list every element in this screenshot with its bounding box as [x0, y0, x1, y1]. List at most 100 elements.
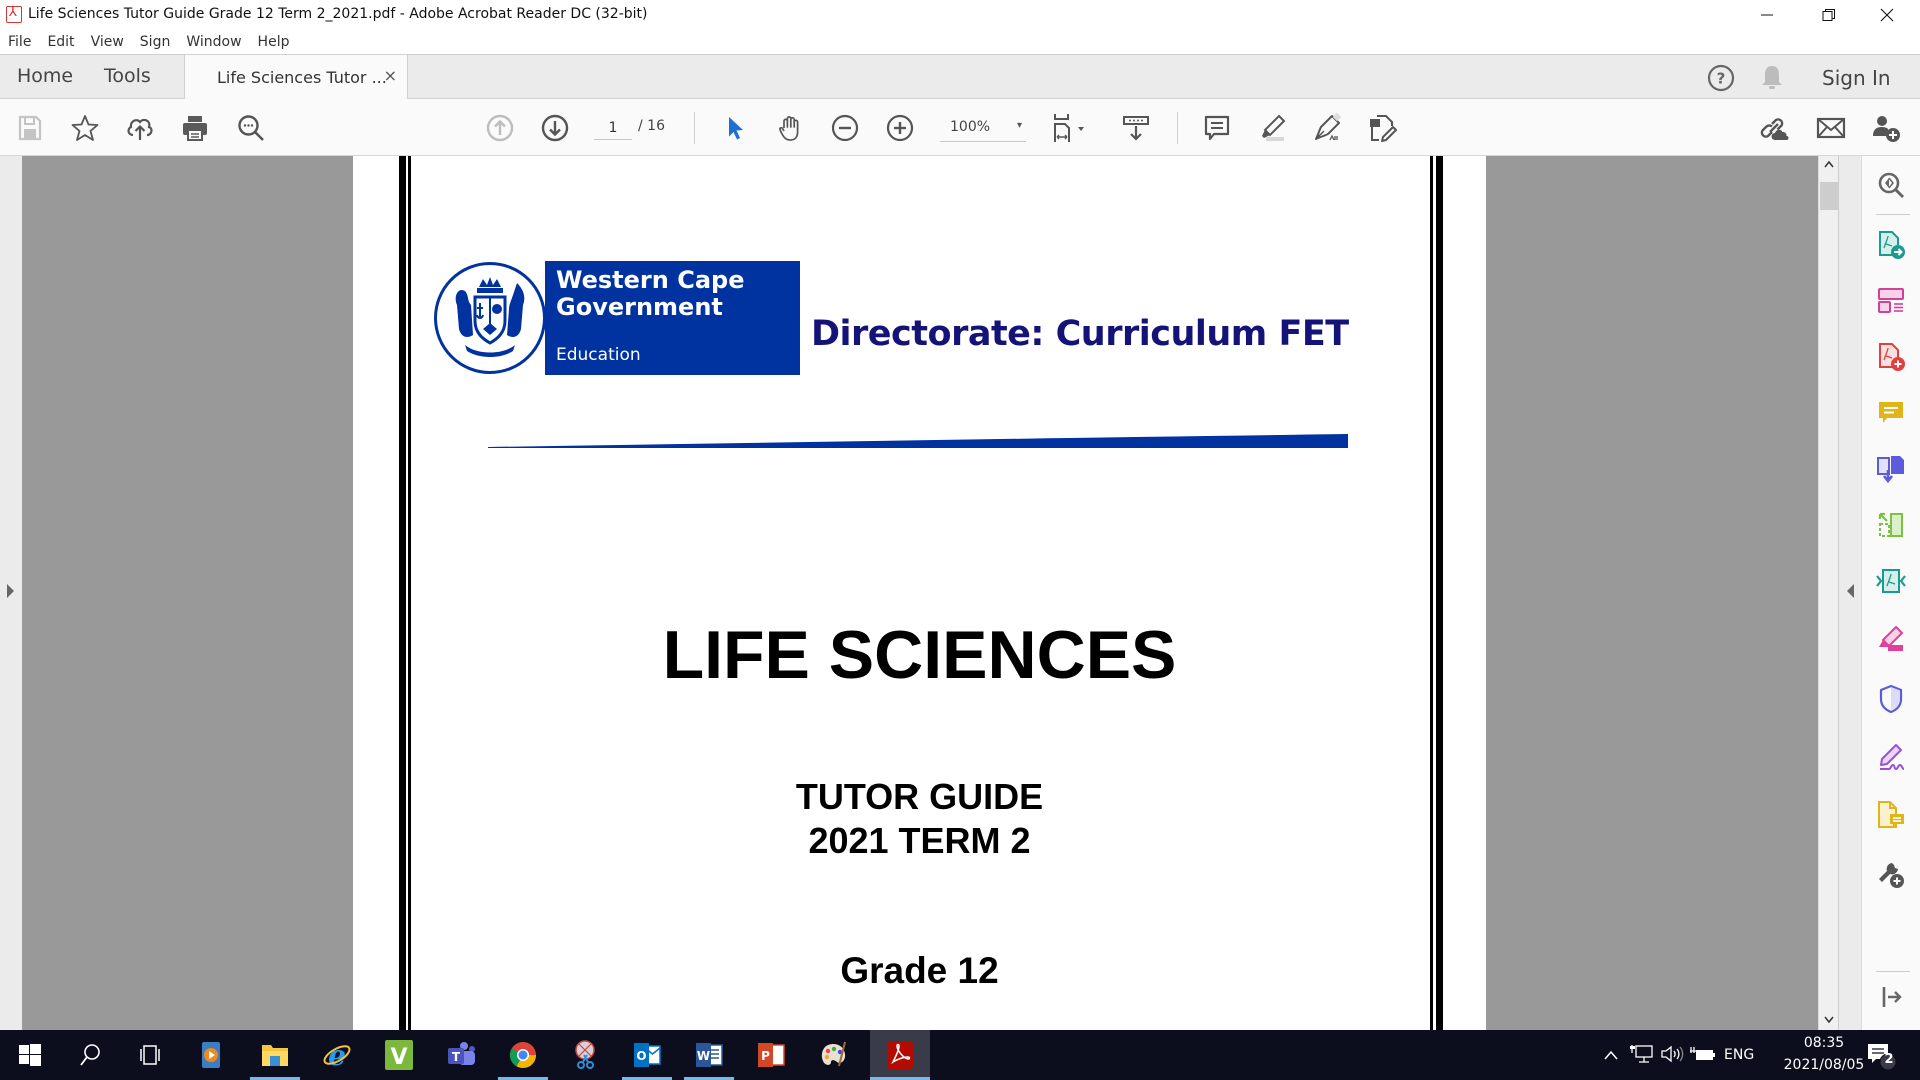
- upload-cloud-icon: [127, 118, 153, 140]
- media-player-app[interactable]: [186, 1030, 236, 1080]
- tab-document[interactable]: Life Sciences Tutor ... ×: [184, 54, 408, 99]
- chrome-app[interactable]: [498, 1030, 548, 1080]
- network-icon[interactable]: [1630, 1043, 1654, 1069]
- close-window-button[interactable]: [1858, 0, 1916, 29]
- combine-files-icon[interactable]: [1876, 454, 1906, 484]
- zoom-out-button[interactable]: [829, 112, 861, 144]
- teams-app[interactable]: T: [436, 1030, 486, 1080]
- comment-icon[interactable]: [1876, 398, 1906, 428]
- page-border-right-thick: [1436, 156, 1443, 1030]
- upload-button[interactable]: [124, 112, 156, 144]
- word-icon: W: [696, 1043, 723, 1067]
- svg-text:e: e: [328, 1040, 346, 1070]
- menu-view[interactable]: View: [91, 34, 124, 50]
- page-fit-button[interactable]: [1050, 112, 1094, 144]
- word-app[interactable]: W: [684, 1030, 734, 1080]
- paint-app[interactable]: [808, 1030, 858, 1080]
- directorate-heading: Directorate: Curriculum FET: [811, 314, 1349, 354]
- document-subtitle-term: 2021 TERM 2: [808, 820, 1031, 861]
- print-icon: [183, 116, 207, 141]
- tab-document-label: Life Sciences Tutor ...: [217, 68, 387, 87]
- snipping-tool-app[interactable]: [560, 1030, 610, 1080]
- search-button[interactable]: [65, 1030, 115, 1080]
- save-button[interactable]: [14, 112, 46, 144]
- compress-pdf-icon[interactable]: [1876, 566, 1906, 596]
- edit-pdf-button[interactable]: [1366, 112, 1398, 144]
- arrow-down-circle-icon: [541, 114, 569, 142]
- bell-icon[interactable]: [1760, 64, 1784, 96]
- more-tools-icon[interactable]: [1876, 860, 1906, 890]
- tab-home[interactable]: Home: [17, 65, 73, 87]
- help-icon[interactable]: ?: [1707, 64, 1735, 96]
- menu-sign[interactable]: Sign: [140, 34, 171, 50]
- select-tool-button[interactable]: [719, 112, 751, 144]
- zoom-in-button[interactable]: [884, 112, 916, 144]
- menu-edit[interactable]: Edit: [47, 34, 74, 50]
- previous-page-button[interactable]: [484, 112, 516, 144]
- send-for-comments-icon[interactable]: [1876, 800, 1906, 830]
- document-title: LIFE SCIENCES: [662, 617, 1177, 693]
- task-view-button[interactable]: [125, 1030, 175, 1080]
- organize-pages-icon[interactable]: [1876, 286, 1906, 316]
- v-app[interactable]: V: [374, 1030, 424, 1080]
- sign-button[interactable]: [1311, 112, 1343, 144]
- internet-explorer-app[interactable]: e: [312, 1030, 362, 1080]
- logo-line-western-cape: Western Cape: [556, 266, 745, 294]
- sign-in-button[interactable]: Sign In: [1822, 66, 1891, 90]
- highlight-button[interactable]: [1256, 112, 1288, 144]
- scroll-up-arrow-icon[interactable]: [1823, 158, 1835, 172]
- next-page-button[interactable]: [539, 112, 571, 144]
- minus-circle-icon: [831, 114, 859, 142]
- collapse-panel-icon[interactable]: [1876, 982, 1906, 1012]
- print-button[interactable]: [179, 112, 211, 144]
- create-pdf-icon[interactable]: [1876, 342, 1906, 372]
- arrow-up-circle-icon: [486, 114, 514, 142]
- close-icon: [1880, 8, 1894, 21]
- page-border-right-thin: [1430, 156, 1433, 1030]
- scroll-mode-button[interactable]: [1120, 112, 1152, 144]
- left-navigation-pane-toggle[interactable]: [0, 156, 22, 1030]
- right-pane-toggle[interactable]: [1838, 156, 1862, 1030]
- enhance-scan-zoom-icon[interactable]: [1876, 170, 1906, 200]
- menu-help[interactable]: Help: [258, 34, 290, 50]
- tools-pane: [1862, 156, 1920, 1030]
- acrobat-app[interactable]: [870, 1030, 930, 1080]
- organize-crop-icon[interactable]: [1876, 510, 1906, 540]
- tab-tools[interactable]: Tools: [104, 65, 151, 87]
- restore-button[interactable]: [1800, 0, 1858, 29]
- file-explorer-app[interactable]: [250, 1030, 300, 1080]
- tab-close-button[interactable]: ×: [384, 66, 397, 85]
- powerpoint-app[interactable]: P: [746, 1030, 796, 1080]
- menu-window[interactable]: Window: [186, 34, 241, 50]
- share-link-button[interactable]: [1758, 112, 1790, 144]
- clock-time[interactable]: 08:35: [1790, 1035, 1858, 1051]
- add-user-button[interactable]: [1870, 112, 1902, 144]
- export-pdf-icon[interactable]: [1876, 230, 1906, 260]
- vertical-scrollbar[interactable]: [1818, 156, 1838, 1030]
- email-button[interactable]: [1815, 112, 1847, 144]
- zoom-level-dropdown[interactable]: 100% ▾: [940, 116, 1026, 142]
- windows-taskbar: e V T O W P ENG 08:35 2021/08/05 2: [0, 1030, 1920, 1080]
- plus-circle-icon: [886, 114, 914, 142]
- show-hidden-icons-button[interactable]: [1603, 1046, 1619, 1065]
- battery-charging-icon[interactable]: [1690, 1045, 1716, 1067]
- clock-date[interactable]: 2021/08/05: [1778, 1057, 1870, 1073]
- menu-file[interactable]: File: [8, 34, 31, 50]
- bookmark-button[interactable]: [69, 112, 101, 144]
- add-comment-button[interactable]: [1201, 112, 1233, 144]
- volume-icon[interactable]: [1660, 1043, 1684, 1069]
- document-viewer[interactable]: Western Cape Government Education Direct…: [22, 156, 1818, 1030]
- outlook-app[interactable]: O: [622, 1030, 672, 1080]
- minimize-button[interactable]: [1738, 0, 1796, 29]
- scroll-down-arrow-icon[interactable]: [1823, 1014, 1835, 1028]
- input-language-indicator[interactable]: ENG: [1724, 1047, 1754, 1063]
- request-signature-icon[interactable]: [1876, 742, 1906, 772]
- start-button[interactable]: [5, 1030, 55, 1080]
- toolbar-separator: [1177, 112, 1178, 144]
- scrollbar-thumb[interactable]: [1820, 182, 1838, 210]
- page-number-input[interactable]: [594, 116, 632, 140]
- protect-shield-icon[interactable]: [1876, 684, 1906, 714]
- find-text-button[interactable]: [235, 112, 267, 144]
- hand-tool-button[interactable]: [774, 112, 806, 144]
- fill-sign-highlight-icon[interactable]: [1876, 624, 1906, 654]
